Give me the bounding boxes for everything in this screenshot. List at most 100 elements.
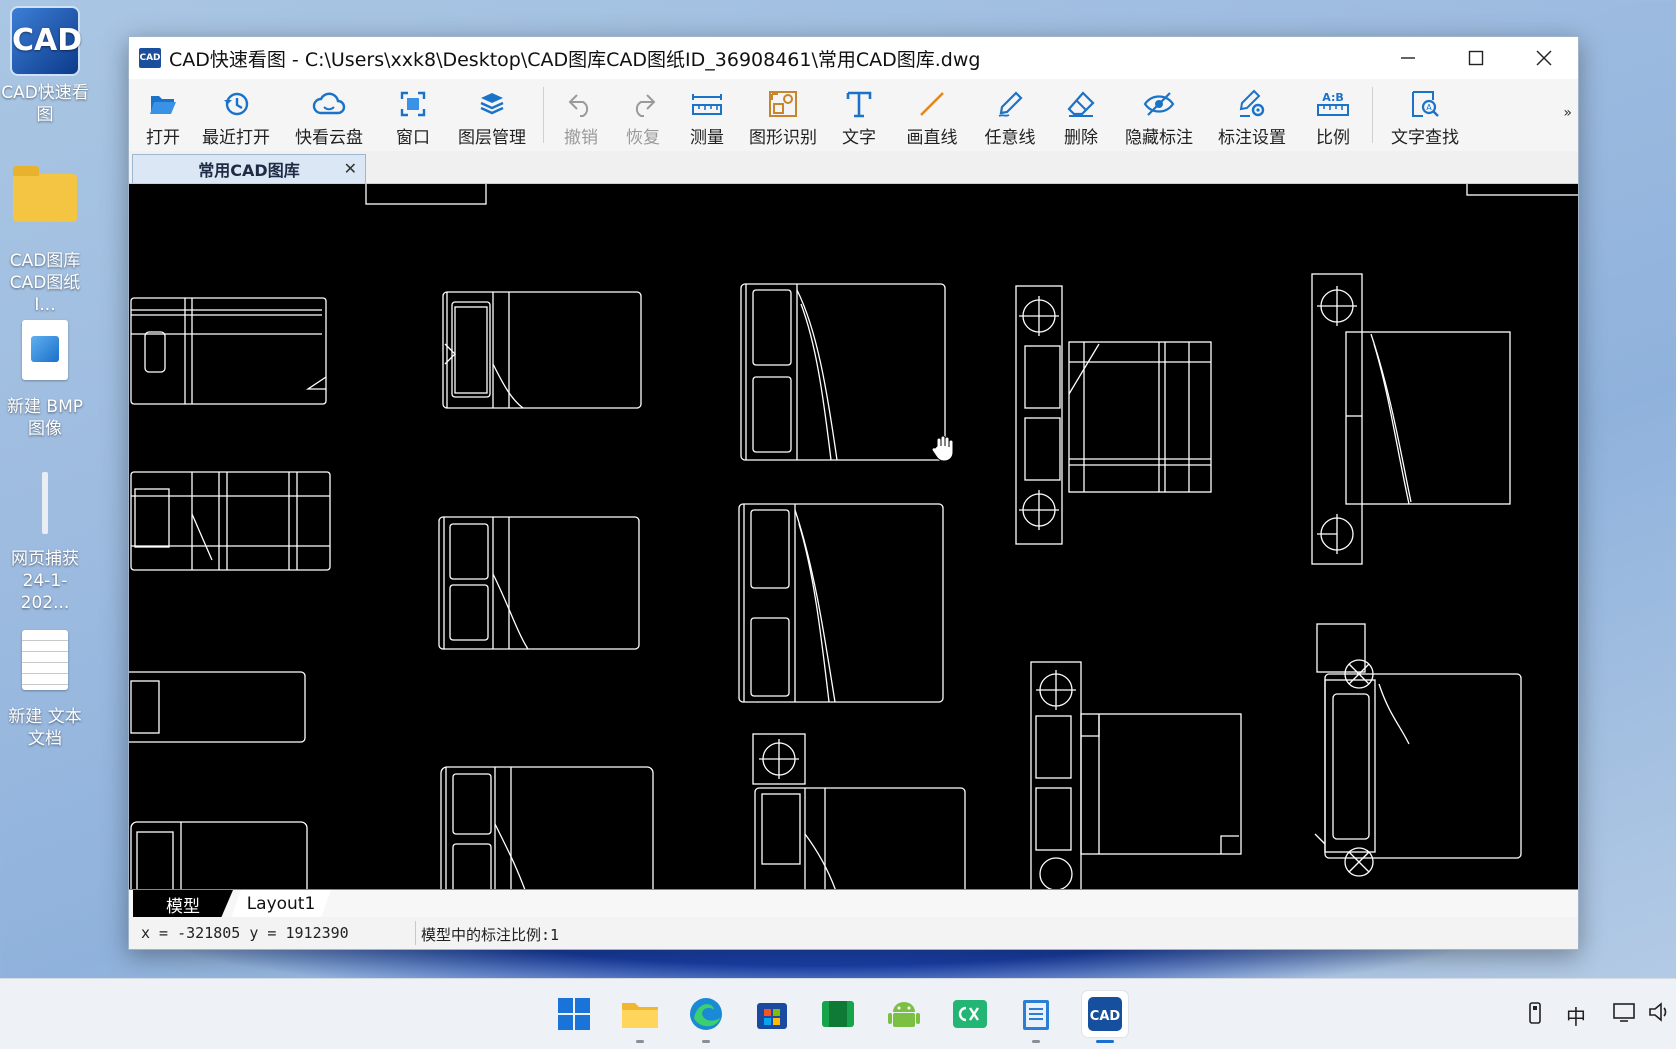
volume-icon: [1649, 1002, 1667, 1022]
tool-text[interactable]: 文字: [826, 79, 892, 148]
desktop-icon-web-capture[interactable]: 网页捕获24-1-202...: [0, 470, 90, 614]
svg-text:CAD: CAD: [1090, 1009, 1121, 1024]
tool-cloud[interactable]: 快看云盘: [279, 79, 379, 148]
tool-open[interactable]: 打开: [133, 79, 193, 148]
text-icon: [846, 91, 872, 118]
notepad-icon: [1023, 1000, 1049, 1030]
tool-window[interactable]: 窗口: [379, 79, 447, 148]
cad-bed-block: [1030, 661, 1242, 889]
start-button[interactable]: [551, 991, 597, 1037]
scale-icon: A:B: [1317, 91, 1349, 116]
tool-text-search[interactable]: A 文字查找: [1379, 79, 1471, 148]
tool-measure[interactable]: 测量: [674, 79, 740, 148]
svg-text:A: A: [1426, 103, 1432, 112]
taskbar-green-app[interactable]: [815, 991, 861, 1037]
document-tab[interactable]: 常用CAD图库 ✕: [132, 154, 366, 183]
tool-recent[interactable]: 最近打开: [193, 79, 279, 148]
minimize-button[interactable]: [1374, 37, 1442, 79]
taskbar-android[interactable]: [881, 991, 927, 1037]
maximize-icon: [1468, 50, 1484, 66]
cad-bed-block: [440, 766, 654, 889]
tool-hide-annotation[interactable]: 隐藏标注: [1114, 79, 1204, 148]
windows-start-icon: [558, 998, 590, 1030]
cad-viewer-icon: CAD: [1088, 997, 1122, 1031]
redo-icon: [635, 94, 656, 117]
running-indicator: [1032, 1040, 1040, 1043]
desktop-icon-label: 网页捕获24-1-202...: [11, 549, 79, 613]
annotation-settings-icon: [1239, 89, 1265, 117]
image-file-icon: [22, 320, 68, 380]
taskbar-edge[interactable]: [683, 991, 729, 1043]
toolbar-separator: [543, 87, 544, 143]
tool-layers[interactable]: 图层管理: [447, 79, 537, 148]
ime-indicator[interactable]: 中: [1566, 1001, 1586, 1030]
cad-drawing[interactable]: [129, 184, 1578, 889]
web-capture-icon: [42, 472, 48, 534]
tool-scale[interactable]: A:B 比例: [1300, 79, 1366, 148]
tab-layout1[interactable]: Layout1: [231, 890, 331, 918]
shape-recognition-icon: [769, 91, 797, 117]
line-icon: [920, 92, 944, 116]
tool-annotation-settings[interactable]: 标注设置: [1204, 79, 1300, 148]
desktop-icon-text-doc[interactable]: 新建 文本文档: [0, 626, 90, 750]
desktop-icon-cad-folder[interactable]: CAD图库CAD图纸I...: [0, 162, 90, 316]
tab-close-icon[interactable]: ✕: [344, 159, 357, 178]
running-indicator: [1096, 1040, 1114, 1043]
taskbar-cx-app[interactable]: [947, 991, 993, 1037]
tool-delete[interactable]: 删除: [1048, 79, 1114, 148]
cad-bed-block: [738, 503, 944, 703]
maximize-button[interactable]: [1442, 37, 1510, 79]
close-icon: [1536, 50, 1552, 66]
title-bar[interactable]: CAD CAD快速看图 - C:\Users\xxk8\Desktop\CAD图…: [129, 37, 1578, 79]
toolbar-more-button[interactable]: »: [1563, 105, 1572, 121]
cad-logo-icon: CAD: [10, 6, 82, 76]
desktop-icon-cad-viewer[interactable]: CAD CAD快速看图: [0, 6, 90, 126]
tool-shape-recognition[interactable]: 图形识别: [740, 79, 826, 148]
drawing-canvas[interactable]: [129, 184, 1578, 889]
usb-tray-icon[interactable]: [1526, 1001, 1544, 1030]
cad-bed-block: [438, 516, 640, 650]
document-tab-label: 常用CAD图库: [198, 161, 300, 180]
eye-hide-icon: [1143, 92, 1175, 116]
network-icon: [1613, 1003, 1635, 1022]
taskbar-cad-viewer[interactable]: CAD: [1082, 991, 1128, 1043]
layout-tab-bar: 模型 Layout1: [129, 889, 1578, 918]
running-indicator: [636, 1040, 644, 1043]
android-icon: [888, 1002, 920, 1027]
eraser-icon: [1067, 91, 1095, 117]
tool-undo[interactable]: 撤销: [550, 79, 612, 148]
volume-tray-icon[interactable]: [1648, 1001, 1672, 1028]
desktop-icon-bmp[interactable]: 新建 BMP 图像: [0, 316, 90, 440]
close-button[interactable]: [1510, 37, 1578, 79]
cad-bed-block: [129, 671, 306, 743]
cad-bed-block: [130, 821, 308, 889]
document-tab-bar: 常用CAD图库 ✕: [129, 151, 1578, 184]
ruler-icon: [692, 94, 722, 115]
status-divider: [415, 921, 416, 945]
cad-bed-block: [130, 471, 331, 571]
tool-freehand[interactable]: 任意线: [972, 79, 1048, 148]
app-icon: CAD: [139, 48, 161, 68]
undo-icon: [568, 94, 589, 117]
desktop-icon-label: CAD图库CAD图纸I...: [9, 251, 81, 315]
network-tray-icon[interactable]: [1612, 1001, 1638, 1028]
store-icon: [757, 1003, 787, 1029]
taskbar-file-explorer[interactable]: [617, 991, 663, 1043]
cad-bed-block: [752, 733, 966, 889]
main-toolbar: 打开 最近打开 快看云盘 窗口 图层管理 撤销 恢复 测量 图形识别 文字 画直…: [129, 79, 1578, 151]
tool-draw-line[interactable]: 画直线: [892, 79, 972, 148]
tool-redo[interactable]: 恢复: [612, 79, 674, 148]
text-search-icon: A: [1412, 91, 1439, 117]
taskbar-notepad[interactable]: [1013, 991, 1059, 1043]
taskbar-store[interactable]: [749, 991, 795, 1037]
cad-bed-block: [740, 283, 946, 461]
usb-icon: [1529, 1002, 1541, 1024]
folder-icon: [13, 166, 77, 222]
file-explorer-icon: [622, 1003, 658, 1028]
tab-model[interactable]: 模型: [133, 890, 233, 918]
cad-bed-block: [442, 291, 642, 409]
desktop-icon-label: 新建 文本文档: [8, 707, 82, 749]
cad-bed-block: [130, 297, 327, 405]
cad-bed-block: [1015, 285, 1212, 545]
toolbar-separator: [1372, 87, 1373, 143]
